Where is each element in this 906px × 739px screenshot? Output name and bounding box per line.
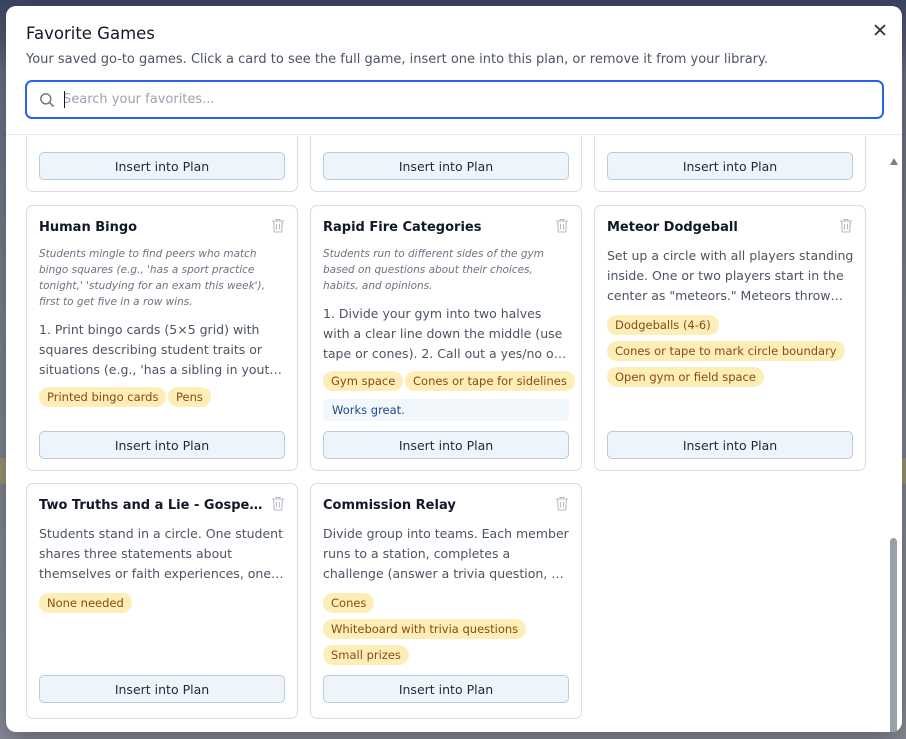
- trash-icon: [556, 218, 568, 233]
- equipment-tag: Gym space: [323, 371, 404, 391]
- remove-favorite-button[interactable]: [838, 218, 854, 235]
- remove-favorite-button[interactable]: [554, 496, 570, 513]
- trash-icon: [272, 496, 284, 511]
- card-title: Two Truths and a Lie - Gospel Edition: [39, 498, 264, 513]
- insert-into-plan-button[interactable]: Insert into Plan: [39, 152, 285, 180]
- scrollbar-thumb[interactable]: [890, 538, 897, 732]
- favorite-card[interactable]: Insert into Plan: [26, 136, 298, 192]
- equipment-tag: Open gym or field space: [607, 367, 764, 387]
- favorite-card-meteor-dodgeball[interactable]: Meteor Dodgeball Set up a circle with al…: [594, 205, 866, 471]
- equipment-tag: Pens: [168, 387, 211, 407]
- trash-icon: [272, 218, 284, 233]
- insert-into-plan-button[interactable]: Insert into Plan: [323, 675, 569, 703]
- equipment-tag: Printed bingo cards: [39, 387, 167, 407]
- favorite-card-human-bingo[interactable]: Human Bingo Students mingle to find peer…: [26, 205, 298, 471]
- modal-title: Favorite Games: [26, 24, 155, 43]
- search-input[interactable]: [63, 82, 873, 117]
- close-button[interactable]: [868, 18, 892, 42]
- favorite-card[interactable]: Insert into Plan: [310, 136, 582, 192]
- scroll-up-arrow-icon[interactable]: [890, 158, 898, 165]
- insert-into-plan-button[interactable]: Insert into Plan: [323, 431, 569, 459]
- card-description: Students stand in a circle. One student …: [39, 526, 284, 581]
- favorite-card-rapid-fire-categories[interactable]: Rapid Fire Categories Students run to di…: [310, 205, 582, 471]
- card-title: Meteor Dodgeball: [607, 220, 738, 235]
- card-summary: Students mingle to find peers who match …: [39, 248, 265, 308]
- insert-into-plan-button[interactable]: Insert into Plan: [39, 675, 285, 703]
- remove-favorite-button[interactable]: [554, 218, 570, 235]
- search-icon: [40, 93, 54, 107]
- card-description: 1. Divide your gym into two halves with …: [323, 306, 563, 361]
- equipment-tag: Whiteboard with trivia questions: [323, 619, 527, 639]
- card-title: Commission Relay: [323, 498, 456, 513]
- card-description: 1. Print bingo cards (5×5 grid) with squ…: [39, 322, 278, 377]
- card-title: Human Bingo: [39, 220, 138, 235]
- search-box[interactable]: [25, 80, 884, 119]
- equipment-tag: Small prizes: [323, 645, 409, 665]
- remove-favorite-button[interactable]: [270, 496, 286, 513]
- card-summary: Students run to different sides of the g…: [323, 248, 544, 292]
- text-caret: [64, 91, 65, 108]
- insert-into-plan-button[interactable]: Insert into Plan: [607, 431, 853, 459]
- insert-into-plan-button[interactable]: Insert into Plan: [39, 431, 285, 459]
- trash-icon: [556, 496, 568, 511]
- equipment-tag: Cones or tape to mark circle boundary: [607, 341, 845, 361]
- close-icon: [874, 24, 886, 36]
- equipment-tag: Cones or tape for sidelines: [405, 371, 575, 391]
- card-title: Rapid Fire Categories: [323, 220, 482, 235]
- modal-subtitle: Your saved go-to games. Click a card to …: [26, 52, 768, 67]
- remove-favorite-button[interactable]: [270, 218, 286, 235]
- trash-icon: [840, 218, 852, 233]
- insert-into-plan-button[interactable]: Insert into Plan: [323, 152, 569, 180]
- equipment-tag: Cones: [323, 593, 375, 613]
- favorite-card-two-truths-and-a-lie[interactable]: Two Truths and a Lie - Gospel Edition St…: [26, 483, 298, 719]
- card-note: Works great.: [323, 399, 569, 421]
- modal-header: Favorite Games Your saved go-to games. C…: [6, 6, 902, 135]
- favorite-card[interactable]: Insert into Plan: [594, 136, 866, 192]
- equipment-tag: None needed: [39, 593, 132, 613]
- equipment-tag: Dodgeballs (4-6): [607, 315, 719, 335]
- vertical-scrollbar[interactable]: [888, 156, 900, 732]
- card-description: Set up a circle with all players standin…: [607, 248, 854, 303]
- favorite-games-modal: Favorite Games Your saved go-to games. C…: [6, 6, 902, 732]
- favorite-card-commission-relay[interactable]: Commission Relay Divide group into teams…: [310, 483, 582, 719]
- insert-into-plan-button[interactable]: Insert into Plan: [607, 152, 853, 180]
- card-description: Divide group into teams. Each member run…: [323, 526, 569, 581]
- favorites-grid: Insert into Plan Insert into Plan Insert…: [6, 136, 902, 732]
